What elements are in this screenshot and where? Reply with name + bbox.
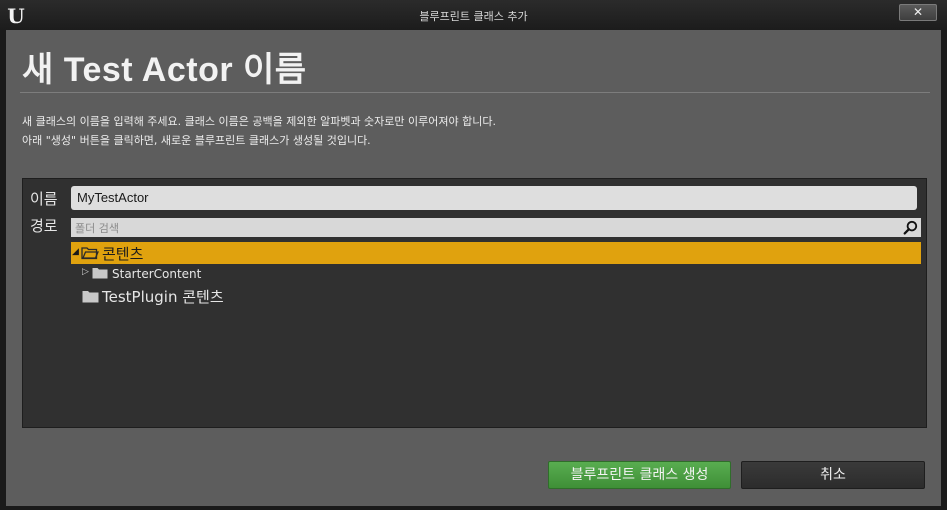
- folder-icon: [82, 291, 99, 303]
- tree-item-label: StarterContent: [112, 267, 202, 281]
- close-icon: ✕: [912, 5, 924, 19]
- folder-icon: [92, 268, 108, 279]
- divider: [20, 92, 930, 93]
- page-title: 새 Test Actor 이름: [22, 51, 307, 89]
- search-icon[interactable]: [903, 220, 918, 235]
- path-label: 경로: [30, 217, 58, 235]
- search-placeholder: 폴더 검색: [75, 222, 119, 235]
- name-label: 이름: [30, 190, 58, 208]
- create-blueprint-button[interactable]: 블루프린트 클래스 생성: [548, 461, 731, 489]
- tree-item-content[interactable]: ◢ 콘텐츠: [71, 242, 921, 264]
- cancel-button[interactable]: 취소: [741, 461, 925, 489]
- folder-search-input[interactable]: 폴더 검색: [71, 218, 921, 237]
- description-line-2: 아래 "생성" 버튼을 클릭하면, 새로운 블루프린트 클래스가 생성될 것입니…: [22, 134, 371, 147]
- dialog-panel: 새 Test Actor 이름 새 클래스의 이름을 입력해 주세요. 클래스 …: [6, 30, 941, 506]
- tree-item-label: TestPlugin 콘텐츠: [102, 288, 224, 306]
- tree-item-startercontent[interactable]: ▷ StarterContent: [71, 265, 921, 283]
- title-bar: U 블루프린트 클래스 추가 ✕: [0, 0, 947, 30]
- window-title: 블루프린트 클래스 추가: [419, 10, 528, 23]
- folder-open-icon: [81, 247, 99, 260]
- form-area: 이름 MyTestActor 경로 폴더 검색 ◢ 콘텐츠 ▷ StarterC…: [22, 178, 927, 428]
- tree-item-testplugin-content[interactable]: TestPlugin 콘텐츠: [71, 284, 921, 306]
- collapsed-triangle-icon[interactable]: ▷: [82, 267, 89, 277]
- close-button[interactable]: ✕: [899, 4, 937, 21]
- description-line-1: 새 클래스의 이름을 입력해 주세요. 클래스 이름은 공백을 제외한 알파벳과…: [22, 115, 496, 128]
- tree-item-label: 콘텐츠: [102, 245, 144, 263]
- expand-triangle-icon[interactable]: ◢: [72, 247, 79, 257]
- name-input[interactable]: MyTestActor: [71, 186, 917, 210]
